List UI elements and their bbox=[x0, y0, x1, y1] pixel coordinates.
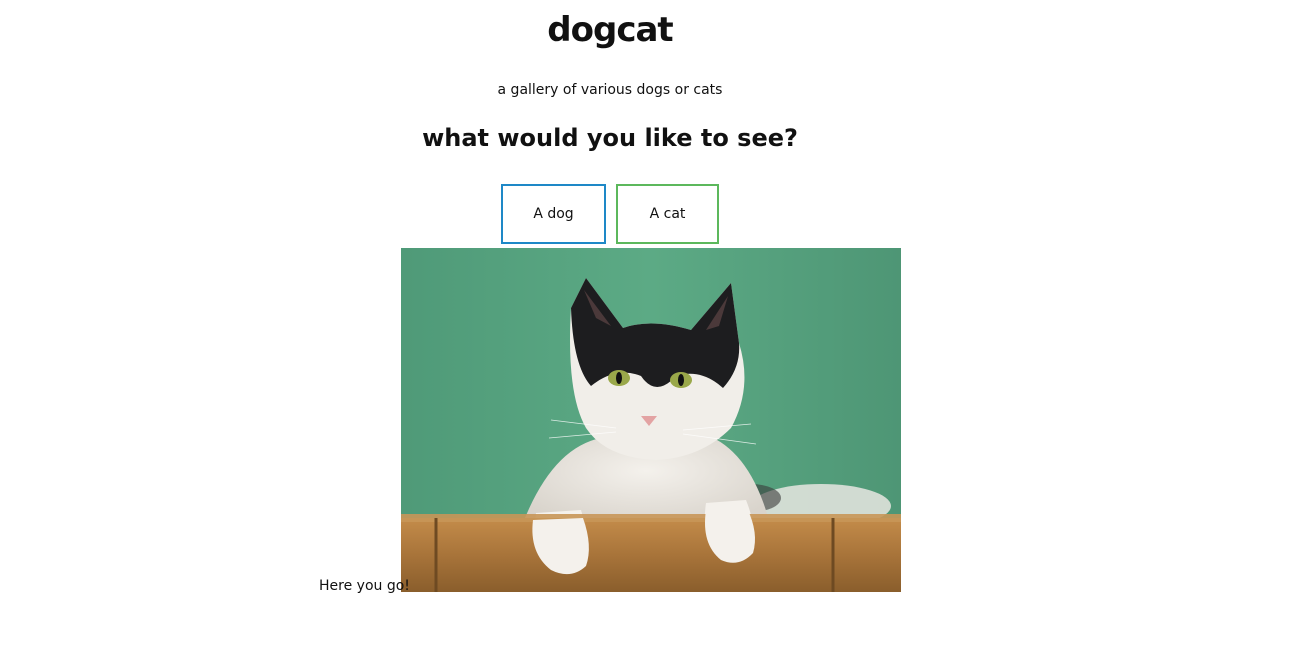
result-message: Here you go! bbox=[319, 578, 410, 594]
cat-button[interactable]: A cat bbox=[616, 184, 719, 244]
dog-button[interactable]: A dog bbox=[501, 184, 606, 244]
site-title: dogcat bbox=[547, 10, 673, 50]
page: dogcat a gallery of various dogs or cats… bbox=[0, 0, 1297, 656]
site-tagline: a gallery of various dogs or cats bbox=[497, 82, 723, 98]
question-heading: what would you like to see? bbox=[422, 124, 798, 152]
cat-image bbox=[401, 248, 901, 592]
